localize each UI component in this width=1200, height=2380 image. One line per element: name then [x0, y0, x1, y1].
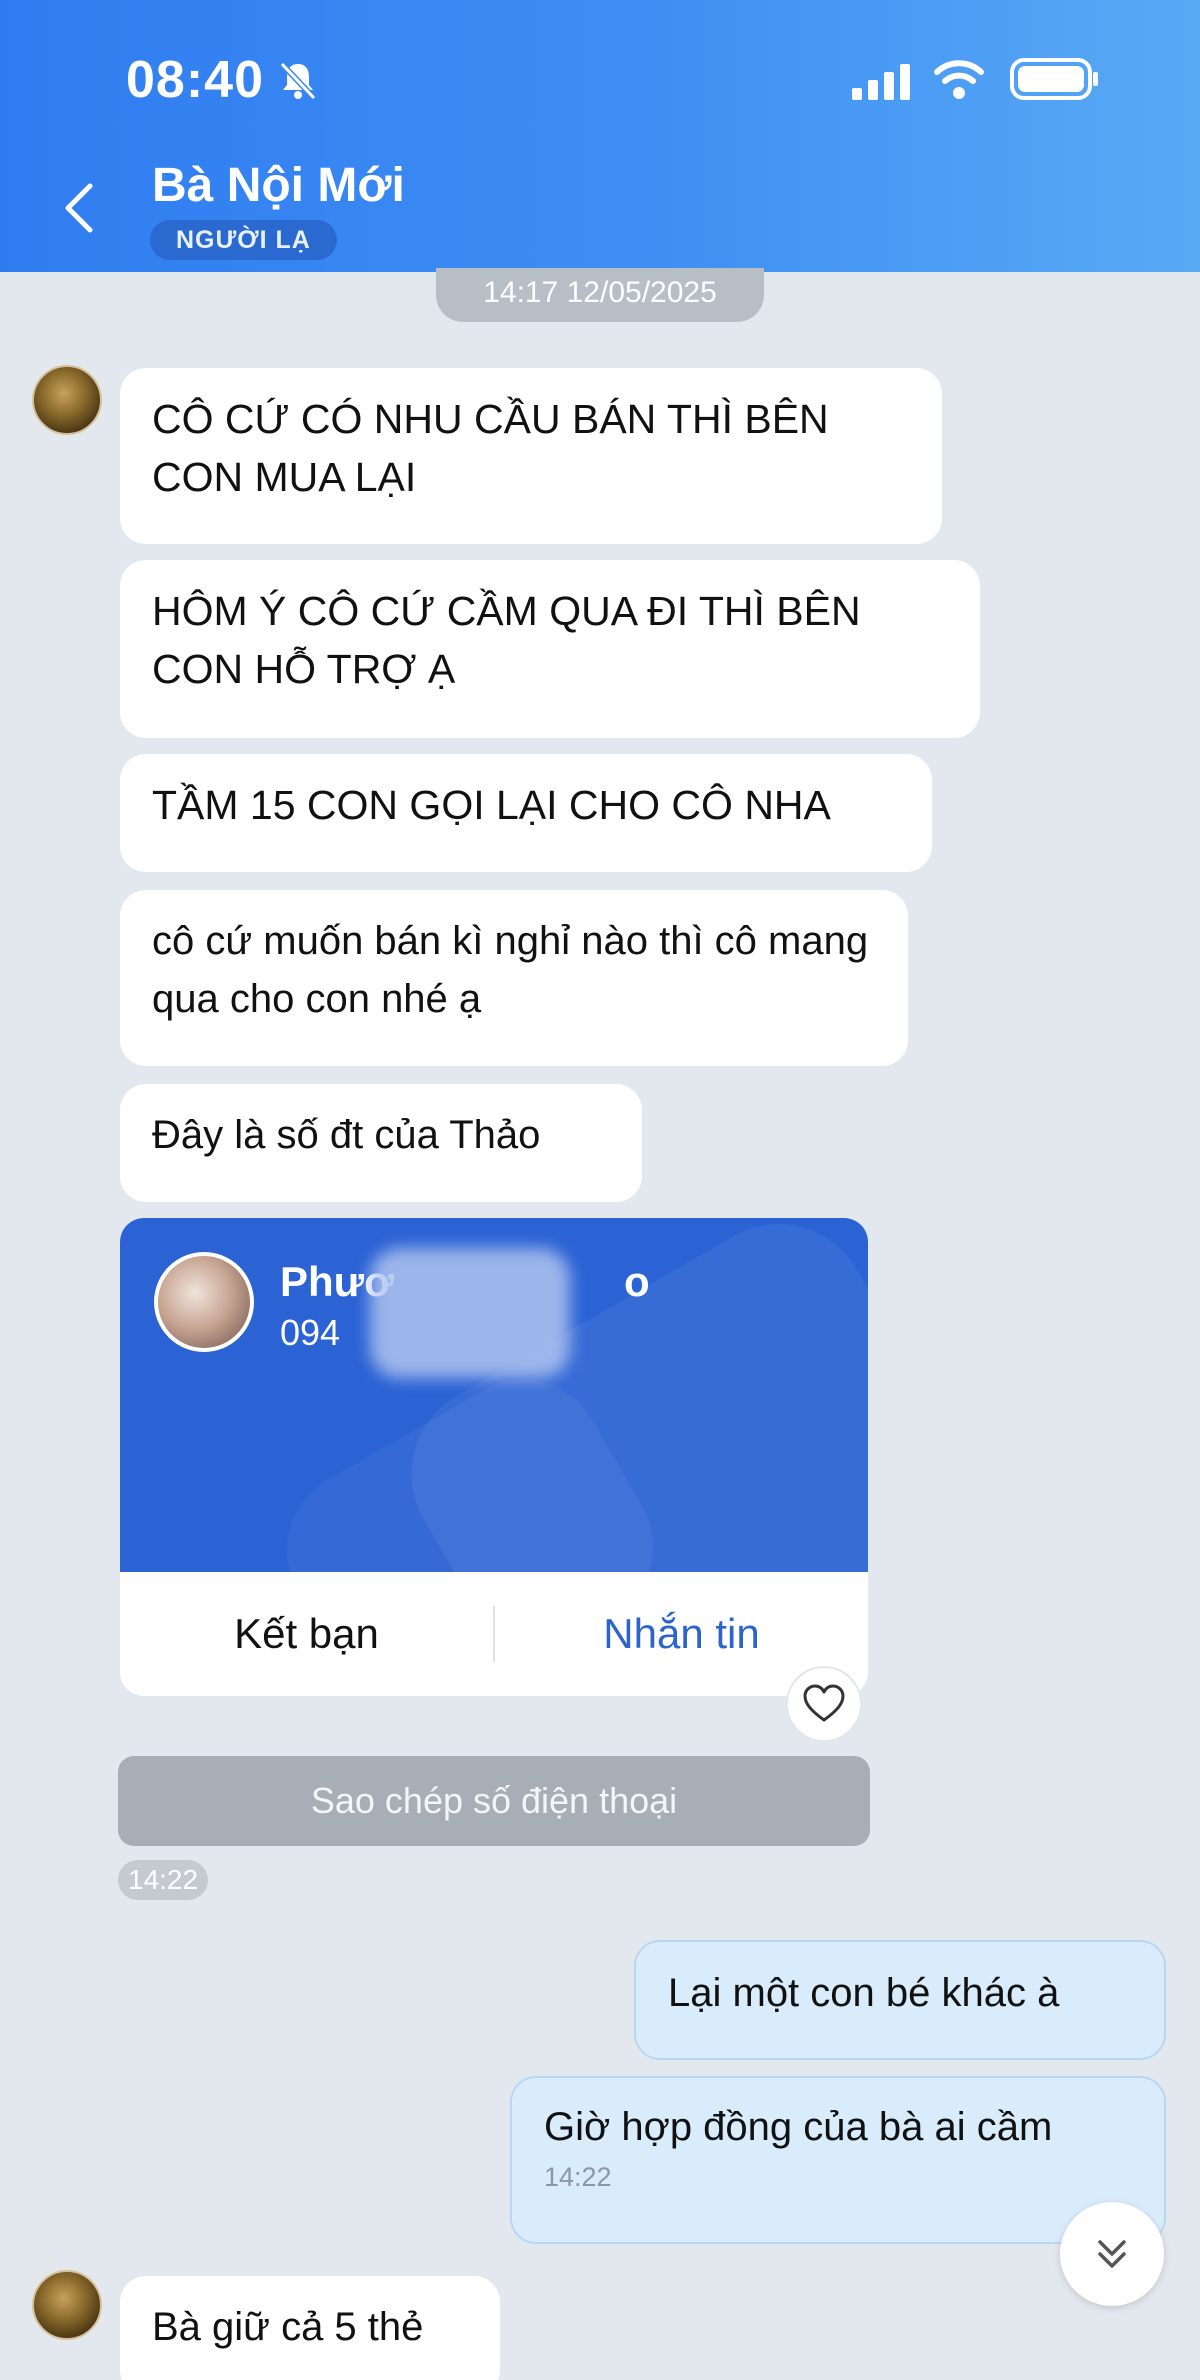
message-text: CÔ CỨ CÓ NHU CẦU BÁN THÌ BÊN CON MUA LẠI — [152, 396, 829, 500]
incoming-message[interactable]: TẦM 15 CON GỌI LẠI CHO CÔ NHA — [120, 754, 932, 872]
message-text: Đây là số đt của Thảo — [152, 1113, 541, 1157]
back-chevron-icon[interactable] — [58, 180, 102, 236]
contact-card[interactable]: Phươ o 094 Kết bạn Nhắn tin — [120, 1218, 868, 1696]
message-text: cô cứ muốn bán kì nghỉ nào thì cô mang q… — [152, 919, 869, 1021]
double-chevron-down-icon — [1098, 2240, 1126, 2268]
message-text: Bà giữ cả 5 thẻ — [152, 2305, 424, 2349]
message-text: Lại một con bé khác à — [668, 1971, 1060, 2015]
outgoing-message[interactable]: Lại một con bé khác à — [634, 1940, 1166, 2060]
muted-bell-icon — [279, 61, 317, 101]
chat-header: 08:40 Bà Nội Mới NGƯỜI LẠ — [0, 0, 1200, 272]
card-actions: Kết bạn Nhắn tin — [120, 1572, 868, 1696]
add-friend-button[interactable]: Kết bạn — [120, 1610, 493, 1658]
message-time: 14:22 — [118, 1860, 209, 1900]
incoming-message[interactable]: Bà giữ cả 5 thẻ — [120, 2276, 500, 2380]
message-text: TẦM 15 CON GỌI LẠI CHO CÔ NHA — [152, 782, 831, 828]
incoming-message[interactable]: CÔ CỨ CÓ NHU CẦU BÁN THÌ BÊN CON MUA LẠI — [120, 368, 942, 544]
message-text: Giờ hợp đồng của bà ai cầm — [544, 2105, 1053, 2149]
message-text: HÔM Ý CÔ CỨ CẦM QUA ĐI THÌ BÊN CON HỖ TR… — [152, 588, 861, 692]
cellular-signal-icon — [852, 64, 910, 100]
scroll-to-bottom-button[interactable] — [1060, 2202, 1164, 2306]
contact-card-header: Phươ o 094 — [120, 1218, 868, 1572]
wifi-icon — [934, 60, 984, 99]
incoming-message[interactable]: Đây là số đt của Thảo — [120, 1084, 642, 1202]
date-separator: 14:17 12/05/2025 — [436, 268, 764, 322]
status-time: 08:40 — [126, 51, 264, 109]
send-message-button[interactable]: Nhắn tin — [495, 1610, 868, 1658]
card-contact-avatar — [154, 1252, 254, 1352]
incoming-message[interactable]: HÔM Ý CÔ CỨ CẦM QUA ĐI THÌ BÊN CON HỖ TR… — [120, 560, 980, 738]
contact-name[interactable]: Bà Nội Mới — [152, 158, 405, 213]
privacy-blur — [370, 1248, 570, 1378]
outgoing-message[interactable]: Giờ hợp đồng của bà ai cầm 14:22 — [510, 2076, 1166, 2244]
contact-avatar[interactable] — [32, 365, 102, 435]
copy-phone-button[interactable]: Sao chép số điện thoại — [118, 1756, 870, 1846]
contact-avatar[interactable] — [32, 2270, 102, 2340]
incoming-message[interactable]: cô cứ muốn bán kì nghỉ nào thì cô mang q… — [120, 890, 908, 1066]
react-heart-button[interactable] — [786, 1666, 862, 1742]
message-time: 14:22 — [544, 2162, 612, 2192]
battery-icon — [1010, 58, 1098, 100]
heart-icon — [803, 1684, 845, 1722]
stranger-badge: NGƯỜI LẠ — [150, 220, 337, 260]
card-contact-phone: 094 — [280, 1312, 341, 1353]
